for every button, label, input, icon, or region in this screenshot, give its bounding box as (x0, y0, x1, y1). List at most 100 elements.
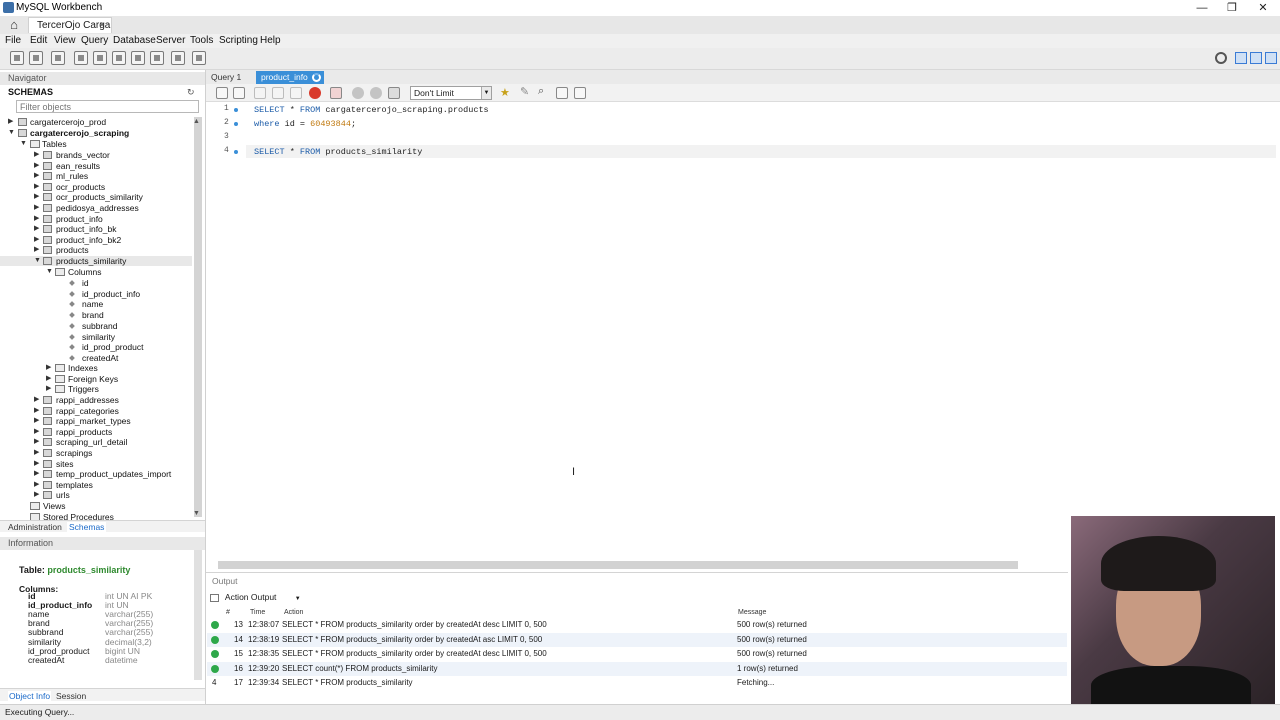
connection-tab[interactable]: TercerOjo Carga × (28, 17, 112, 33)
home-icon[interactable]: ⌂ (6, 17, 22, 32)
expand-arrow-icon[interactable]: ▶ (34, 150, 39, 160)
collapse-arrow-icon[interactable]: ▼ (8, 128, 15, 138)
expand-arrow-icon[interactable]: ▶ (34, 437, 39, 447)
navigator-scrollbar[interactable] (194, 117, 202, 517)
expand-arrow-icon[interactable]: ▶ (34, 171, 39, 181)
object-inspector-icon[interactable] (51, 51, 65, 65)
output-row[interactable]: 14 12:38:19 SELECT * FROM products_similar… (207, 632, 1067, 647)
expand-arrow-icon[interactable]: ▶ (34, 469, 39, 479)
expand-arrow-icon[interactable]: ▶ (34, 192, 39, 202)
output-row[interactable]: 13 12:38:07 SELECT * FROM products_similar… (207, 618, 1067, 632)
scroll-up-icon[interactable]: ▲ (193, 118, 200, 125)
expand-arrow-icon[interactable]: ▶ (34, 161, 39, 171)
menu-server[interactable]: Server (156, 35, 185, 46)
output-row[interactable]: 4 17 12:39:34 SELECT * FROM products_simila… (207, 676, 1067, 690)
table-row-selected[interactable]: ▼ products_similarity (0, 256, 192, 266)
code-line[interactable]: where id = 60493844; (254, 119, 356, 129)
tab-session[interactable]: Session (56, 691, 86, 701)
expand-arrow-icon[interactable]: ▶ (34, 224, 39, 234)
execute-current-icon[interactable] (272, 87, 284, 99)
expand-arrow-icon[interactable]: ▶ (46, 363, 51, 373)
expand-arrow-icon[interactable]: ▶ (46, 384, 51, 394)
maximize-button[interactable]: ❐ (1222, 1, 1242, 15)
info-scrollbar[interactable] (194, 550, 202, 680)
menu-edit[interactable]: Edit (30, 35, 47, 46)
settings-gear-icon[interactable] (1215, 52, 1227, 64)
open-sql-script-icon[interactable] (29, 51, 43, 65)
tab-query-1[interactable]: Query 1 (206, 71, 246, 84)
expand-arrow-icon[interactable]: ▶ (8, 117, 13, 127)
create-function-icon[interactable] (150, 51, 164, 65)
minimize-button[interactable]: — (1192, 1, 1212, 15)
menu-database[interactable]: Database (113, 35, 156, 46)
menu-view[interactable]: View (54, 35, 76, 46)
expand-arrow-icon[interactable]: ▶ (34, 459, 39, 469)
output-type-select[interactable]: Action Output ▼ (210, 592, 301, 602)
limit-rows-select[interactable]: Don't Limit ▼ (410, 86, 492, 100)
expand-arrow-icon[interactable]: ▶ (34, 448, 39, 458)
scroll-down-icon[interactable]: ▼ (193, 510, 200, 517)
output-row[interactable]: 15 12:38:35 SELECT * FROM products_similar… (207, 647, 1067, 661)
chevron-down-icon[interactable]: ▼ (481, 87, 491, 99)
code-line[interactable]: SELECT * FROM cargatercerojo_scraping.pr… (254, 105, 489, 115)
collapse-arrow-icon[interactable]: ▼ (46, 267, 53, 277)
collapse-arrow-icon[interactable]: ▼ (20, 139, 27, 149)
save-icon[interactable] (233, 87, 245, 99)
autocommit-icon[interactable] (388, 87, 400, 99)
output-row[interactable]: 16 12:39:20 SELECT count(*) FROM products_… (207, 661, 1067, 676)
menu-tools[interactable]: Tools (190, 35, 213, 46)
wrap-lines-icon[interactable] (574, 87, 586, 99)
search-table-data-icon[interactable] (171, 51, 185, 65)
refresh-icon[interactable]: ↻ (187, 87, 195, 98)
expand-arrow-icon[interactable]: ▶ (34, 182, 39, 192)
add-snippet-icon[interactable]: ★ (500, 86, 510, 99)
menu-file[interactable]: File (5, 35, 21, 46)
expand-arrow-icon[interactable]: ▶ (34, 214, 39, 224)
close-window-button[interactable]: ✕ (1253, 1, 1273, 15)
reconnect-icon[interactable] (192, 51, 206, 65)
close-tab-icon[interactable]: × (99, 18, 105, 33)
editor-horizontal-scrollbar[interactable] (218, 561, 1018, 569)
collapse-arrow-icon[interactable]: ▼ (34, 256, 41, 266)
toggle-output-icon[interactable] (1250, 52, 1262, 64)
tab-product-info[interactable]: product_info (256, 71, 324, 84)
expand-arrow-icon[interactable]: ▶ (34, 406, 39, 416)
code-line[interactable]: SELECT * FROM products_similarity (254, 147, 422, 157)
beautify-icon[interactable]: ✎ (520, 85, 529, 98)
tab-schemas[interactable]: Schemas (67, 522, 107, 532)
stop-icon[interactable] (309, 87, 321, 99)
expand-arrow-icon[interactable]: ▶ (34, 235, 39, 245)
column-label: brand (82, 310, 104, 321)
toggle-secondary-sidebar-icon[interactable] (1265, 52, 1277, 64)
create-schema-icon[interactable] (74, 51, 88, 65)
explain-icon[interactable] (290, 87, 302, 99)
create-view-icon[interactable] (112, 51, 126, 65)
expand-arrow-icon[interactable]: ▶ (34, 245, 39, 255)
expand-arrow-icon[interactable]: ▶ (34, 490, 39, 500)
sql-editor[interactable] (206, 102, 1280, 558)
invisible-chars-icon[interactable] (556, 87, 568, 99)
open-file-icon[interactable] (216, 87, 228, 99)
menu-help[interactable]: Help (260, 35, 281, 46)
commit-icon[interactable] (352, 87, 364, 99)
expand-arrow-icon[interactable]: ▶ (34, 416, 39, 426)
expand-arrow-icon[interactable]: ▶ (34, 203, 39, 213)
expand-arrow-icon[interactable]: ▶ (34, 395, 39, 405)
expand-arrow-icon[interactable]: ▶ (46, 374, 51, 384)
create-table-icon[interactable] (93, 51, 107, 65)
new-sql-tab-icon[interactable] (10, 51, 24, 65)
create-procedure-icon[interactable] (131, 51, 145, 65)
find-icon[interactable]: ⌕ (538, 85, 544, 98)
filter-objects-input[interactable] (16, 100, 199, 113)
rollback-icon[interactable] (370, 87, 382, 99)
expand-arrow-icon[interactable]: ▶ (34, 480, 39, 490)
tab-administration[interactable]: Administration (8, 522, 62, 532)
menu-scripting[interactable]: Scripting (219, 35, 258, 46)
chevron-down-icon[interactable]: ▼ (295, 596, 301, 602)
expand-arrow-icon[interactable]: ▶ (34, 427, 39, 437)
stop-on-error-icon[interactable] (330, 87, 342, 99)
execute-icon[interactable] (254, 87, 266, 99)
menu-query[interactable]: Query (81, 35, 108, 46)
toggle-sidebar-icon[interactable] (1235, 52, 1247, 64)
tab-object-info[interactable]: Object Info (8, 691, 52, 701)
